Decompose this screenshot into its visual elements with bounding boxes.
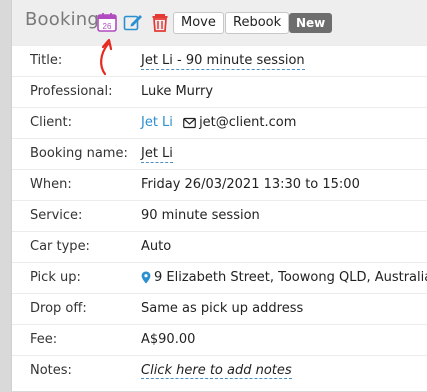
fee-value: A$90.00 [141, 332, 196, 347]
row-notes: Notes: Click here to add notes [12, 355, 427, 392]
car-type-label: Car type: [30, 239, 90, 254]
red-arrow-annotation [100, 38, 113, 76]
professional-label: Professional: [30, 84, 113, 99]
row-client: Client: Jet Li jet@client.com [12, 107, 427, 139]
title-value[interactable]: Jet Li - 90 minute session [141, 53, 305, 70]
booking-header: Booking 26 Move Rebook New [12, 0, 427, 46]
car-type-value: Auto [141, 239, 172, 254]
client-label: Client: [30, 115, 73, 130]
map-pin-icon[interactable] [141, 271, 151, 288]
row-drop-off: Drop off: Same as pick up address [12, 293, 427, 325]
rebook-button[interactable]: Rebook [225, 12, 290, 34]
pick-up-label: Pick up: [30, 270, 81, 285]
notes-label: Notes: [30, 363, 72, 378]
client-name-link[interactable]: Jet Li [141, 115, 173, 130]
row-booking-name: Booking name: Jet Li [12, 138, 427, 170]
row-professional: Professional: Luke Murry [12, 76, 427, 108]
fee-label: Fee: [30, 332, 58, 347]
professional-link[interactable]: Luke Murry [141, 84, 213, 99]
calendar-day-text: 26 [103, 22, 112, 31]
pick-up-address: 9 Elizabeth Street, Toowong QLD, Austral… [154, 270, 427, 285]
drop-off-label: Drop off: [30, 301, 87, 316]
row-fee: Fee: A$90.00 [12, 324, 427, 356]
client-email[interactable]: jet@client.com [199, 115, 296, 130]
row-when: When: Friday 26/03/2021 13:30 to 15:00 [12, 169, 427, 201]
edit-icon[interactable] [122, 11, 144, 33]
new-badge: New [289, 13, 333, 33]
row-pick-up: Pick up: 9 Elizabeth Street, Toowong QLD… [12, 262, 427, 294]
service-label: Service: [30, 208, 83, 223]
client-value: Jet Li jet@client.com [141, 115, 296, 133]
envelope-icon[interactable] [183, 117, 196, 133]
row-car-type: Car type: Auto [12, 231, 427, 263]
row-title: Title: Jet Li - 90 minute session [12, 45, 427, 77]
drop-off-value: Same as pick up address [141, 301, 304, 316]
row-service: Service: 90 minute session [12, 200, 427, 232]
booking-name-value[interactable]: Jet Li [141, 146, 173, 163]
when-value: Friday 26/03/2021 13:30 to 15:00 [141, 177, 360, 192]
page-title: Booking [25, 9, 100, 30]
notes-input[interactable]: Click here to add notes [141, 363, 292, 379]
booking-name-label: Booking name: [30, 146, 128, 161]
pick-up-value: 9 Elizabeth Street, Toowong QLD, Austral… [141, 270, 427, 288]
trash-icon[interactable] [149, 11, 171, 33]
calendar-icon[interactable]: 26 [96, 11, 118, 33]
title-label: Title: [30, 53, 63, 68]
when-label: When: [30, 177, 72, 192]
booking-panel: Booking 26 Move Rebook New Title: Jet Li… [11, 0, 427, 391]
service-value: 90 minute session [141, 208, 260, 223]
move-button[interactable]: Move [173, 12, 224, 34]
